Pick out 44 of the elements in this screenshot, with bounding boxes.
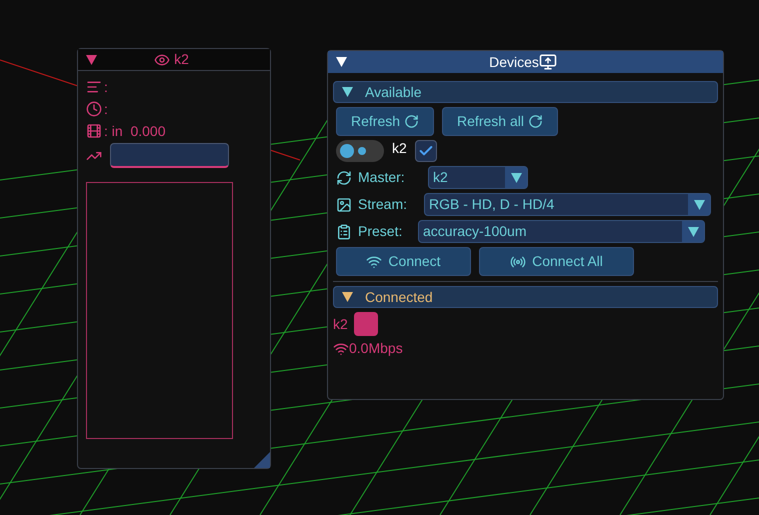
color-swatch[interactable] bbox=[354, 312, 378, 336]
checkbox[interactable] bbox=[414, 140, 437, 162]
wifi-icon bbox=[333, 340, 349, 356]
stat-label: : in 0.000 bbox=[104, 122, 166, 140]
section-header[interactable]: Available bbox=[333, 81, 718, 103]
expanded-triangle-icon[interactable] bbox=[342, 292, 353, 302]
wifi-icon bbox=[366, 254, 382, 270]
dropdown-arrow-icon[interactable] bbox=[688, 226, 698, 236]
expanded-triangle-icon[interactable] bbox=[86, 54, 97, 64]
connect-button[interactable]: Connect All bbox=[479, 247, 634, 276]
dropdown-arrow-icon[interactable] bbox=[694, 200, 704, 210]
device-name: k2 bbox=[392, 138, 407, 158]
window-title: Devices bbox=[489, 52, 539, 72]
sort-icon bbox=[86, 79, 102, 95]
sync-icon bbox=[336, 170, 352, 186]
expanded-triangle-icon[interactable] bbox=[336, 57, 347, 67]
eye-icon bbox=[154, 52, 170, 68]
input-field[interactable] bbox=[110, 143, 229, 168]
expanded-triangle-icon[interactable] bbox=[342, 87, 353, 97]
refresh-icon bbox=[404, 114, 420, 129]
film-icon bbox=[86, 123, 102, 139]
bandwidth-text: 0.0Mbps bbox=[349, 339, 403, 358]
window-title: k2 bbox=[174, 50, 189, 69]
toggle-switch[interactable] bbox=[336, 140, 384, 162]
clipboard-icon bbox=[336, 224, 352, 240]
dropdown[interactable]: k2 bbox=[428, 166, 528, 189]
refresh-button[interactable]: Refresh all bbox=[442, 107, 558, 136]
clock-icon bbox=[86, 101, 102, 117]
field-label: Stream: bbox=[358, 195, 408, 214]
refresh-button[interactable]: Refresh bbox=[336, 107, 434, 136]
section-header[interactable]: Connected bbox=[333, 286, 718, 308]
connect-button[interactable]: Connect bbox=[336, 247, 471, 276]
stat-label: : bbox=[104, 78, 108, 96]
dropdown[interactable]: RGB - HD, D - HD/4 bbox=[424, 193, 711, 216]
field-label: Preset: bbox=[358, 222, 404, 241]
refresh-icon bbox=[528, 114, 543, 129]
resize-grip-icon[interactable] bbox=[254, 452, 270, 468]
device-name: k2 bbox=[333, 314, 348, 334]
dropdown-arrow-icon[interactable] bbox=[510, 172, 522, 182]
broadcast-icon bbox=[510, 254, 526, 270]
field-label: Master: bbox=[358, 168, 406, 187]
dropdown[interactable]: accuracy-100um bbox=[418, 220, 705, 243]
image-icon bbox=[336, 196, 352, 212]
stat-label: : bbox=[104, 100, 108, 118]
